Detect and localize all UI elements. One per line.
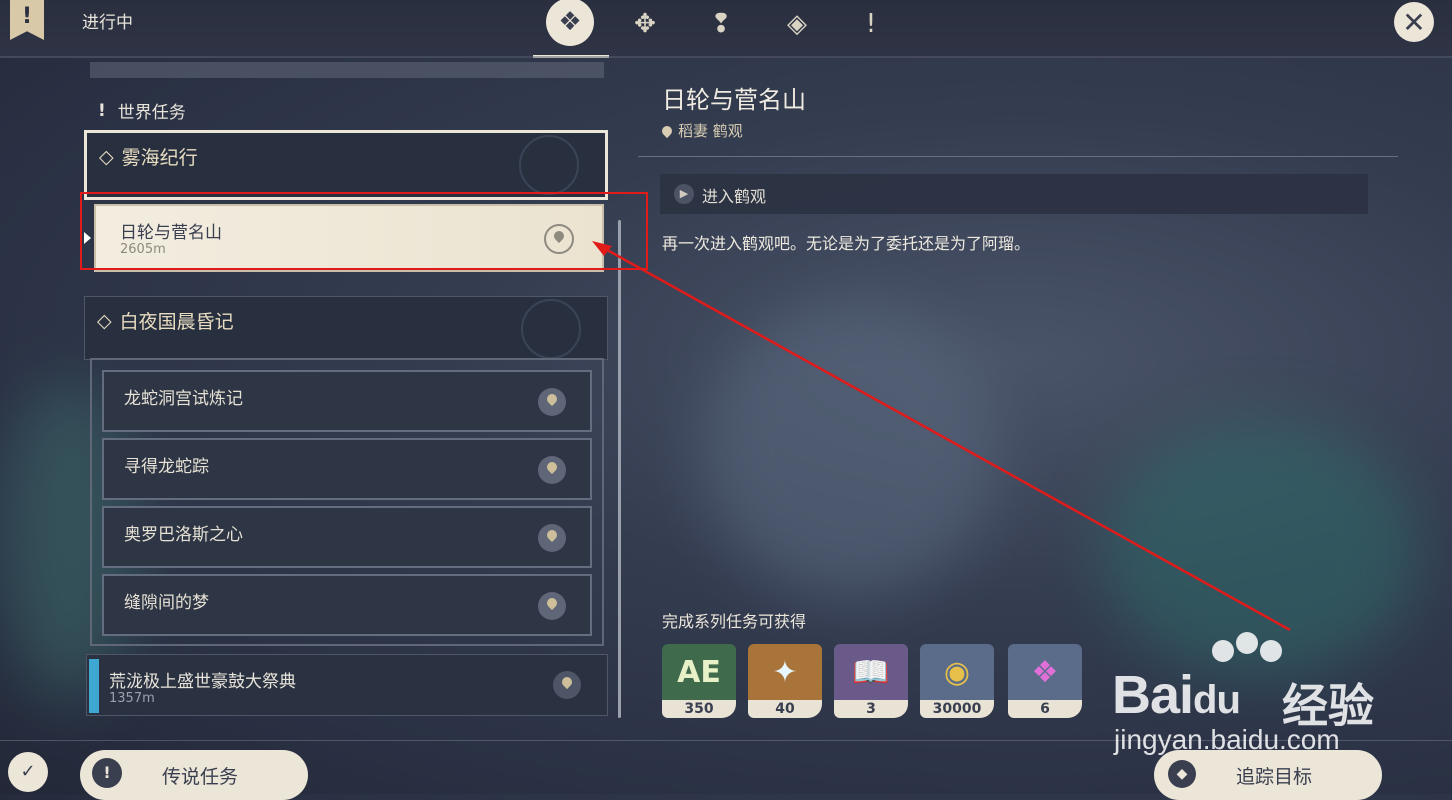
map-pin-icon[interactable] xyxy=(538,592,566,620)
chapter-name: 雾海纪行 xyxy=(121,147,198,169)
quest-list-panel: ! 世界任务 ◇ 雾海纪行 日轮与菅名山 2605m ◇ 白夜国晨昏记 龙蛇洞宫… xyxy=(84,60,610,722)
section-title: 世界任务 xyxy=(117,103,186,123)
chapter-name: 白夜国晨昏记 xyxy=(119,311,234,333)
detail-divider xyxy=(638,156,1398,157)
top-bar: ! 进行中 ❖ ✥ ❢ ◈ ! ✕ xyxy=(0,0,1452,58)
step-text: 进入鹤观 xyxy=(702,187,767,206)
map-pin-icon[interactable] xyxy=(538,524,566,552)
legend-quest-icon: ! xyxy=(92,758,122,788)
quest-step: ▶ 进入鹤观 xyxy=(660,174,1368,214)
chapter-emblem-icon xyxy=(519,135,579,195)
quest-detail-title: 日轮与菅名山 xyxy=(662,86,806,114)
chapter-header[interactable]: ◇ 雾海纪行 xyxy=(84,130,608,200)
paw-icon xyxy=(1212,640,1234,662)
quest-name: 龙蛇洞宫试炼记 xyxy=(124,389,243,409)
crystal-icon: ❖ xyxy=(1008,644,1082,700)
world-quest-section-icon: ! xyxy=(98,100,106,121)
chapter-diamond-icon: ◇ xyxy=(97,309,112,332)
location-pin-icon xyxy=(659,123,675,138)
watermark-logo: Baidu xyxy=(1112,665,1241,725)
primogem-icon: ✦ xyxy=(748,644,822,700)
quest-location: 稻妻 鹤观 xyxy=(659,120,743,141)
location-text: 稻妻 鹤观 xyxy=(678,122,743,140)
close-icon: ✕ xyxy=(1402,5,1426,39)
quest-item[interactable]: 寻得龙蛇踪 xyxy=(102,438,592,500)
story-quest-icon: ✥ xyxy=(634,9,656,39)
quest-name: 寻得龙蛇踪 xyxy=(124,457,209,477)
quest-distance: 1357m xyxy=(109,691,155,706)
world-quest-icon: ❢ xyxy=(710,9,732,39)
archon-quest-icon: ❖ xyxy=(558,7,582,37)
section-world-quests: ! 世界任务 xyxy=(98,98,186,124)
legend-quests-label: 传说任务 xyxy=(162,766,239,788)
map-pin-icon[interactable] xyxy=(538,388,566,416)
quest-name: 缝隙间的梦 xyxy=(124,593,209,613)
step-arrow-icon: ▶ xyxy=(674,184,694,204)
quest-item[interactable]: 奥罗巴洛斯之心 xyxy=(102,506,592,568)
mora-icon: ◉ xyxy=(920,644,994,700)
tab-event-quests[interactable]: ! xyxy=(846,4,896,44)
quest-item-festival[interactable]: 荒泷极上盛世豪鼓大祭典 1357m xyxy=(86,654,608,716)
quest-item[interactable]: 缝隙间的梦 xyxy=(102,574,592,636)
scroll-stub xyxy=(90,62,604,78)
header-divider xyxy=(0,56,1452,58)
reward-item[interactable]: AE 350 xyxy=(662,644,736,718)
quest-item[interactable]: 龙蛇洞宫试炼记 xyxy=(102,370,592,432)
chapter-title: ◇ 白夜国晨昏记 xyxy=(97,307,234,334)
quest-description: 再一次进入鹤观吧。无论是为了委托还是为了阿瑠。 xyxy=(662,234,1031,253)
status-title: 进行中 xyxy=(82,13,133,33)
chapter-emblem-icon xyxy=(521,299,581,359)
map-pin-icon[interactable] xyxy=(538,456,566,484)
checkmark-icon: ✓ xyxy=(20,761,36,782)
baidu-watermark: Baidu 经验 jingyan.baidu.com xyxy=(1112,632,1412,766)
quest-list-scrollbar[interactable] xyxy=(618,220,621,718)
adventure-exp-icon: AE xyxy=(662,644,736,700)
chapter-diamond-icon: ◇ xyxy=(99,145,114,168)
heros-wit-book-icon: 📖 xyxy=(834,644,908,700)
paw-icon xyxy=(1236,632,1258,654)
quest-bookmark-icon: ! xyxy=(10,0,44,40)
chapter-title: ◇ 雾海纪行 xyxy=(99,143,198,170)
reward-item[interactable]: ✦ 40 xyxy=(748,644,822,718)
quest-progress-button[interactable]: ✓ xyxy=(8,752,48,792)
reward-count: 30000 xyxy=(920,700,994,718)
legend-quests-button[interactable]: ! 传说任务 xyxy=(80,750,308,800)
watermark-url: jingyan.baidu.com xyxy=(1114,724,1340,755)
paw-icon xyxy=(1260,640,1282,662)
reward-item[interactable]: ❖ 6 xyxy=(1008,644,1082,718)
reward-count: 6 xyxy=(1008,700,1082,718)
reward-item[interactable]: ◉ 30000 xyxy=(920,644,994,718)
close-button[interactable]: ✕ xyxy=(1394,2,1434,42)
tab-archon-quests[interactable]: ❖ xyxy=(546,0,594,46)
reward-count: 3 xyxy=(834,700,908,718)
event-quest-icon: ! xyxy=(865,9,877,39)
quest-name: 荒泷极上盛世豪鼓大祭典 xyxy=(109,672,296,692)
reward-count: 350 xyxy=(662,700,736,718)
tab-commissions[interactable]: ◈ xyxy=(772,4,822,44)
reward-count: 40 xyxy=(748,700,822,718)
map-pin-icon[interactable] xyxy=(553,671,581,699)
track-target-label: 追踪目标 xyxy=(1236,766,1313,788)
rewards-label: 完成系列任务可获得 xyxy=(662,612,807,631)
tab-story-quests[interactable]: ✥ xyxy=(620,4,670,44)
annotation-highlight-box xyxy=(80,192,648,270)
chapter-header[interactable]: ◇ 白夜国晨昏记 xyxy=(84,296,608,360)
event-color-bar xyxy=(89,659,99,713)
tab-world-quests[interactable]: ❢ xyxy=(696,4,746,44)
reward-item[interactable]: 📖 3 xyxy=(834,644,908,718)
commission-icon: ◈ xyxy=(787,9,807,39)
quest-name: 奥罗巴洛斯之心 xyxy=(124,525,243,545)
